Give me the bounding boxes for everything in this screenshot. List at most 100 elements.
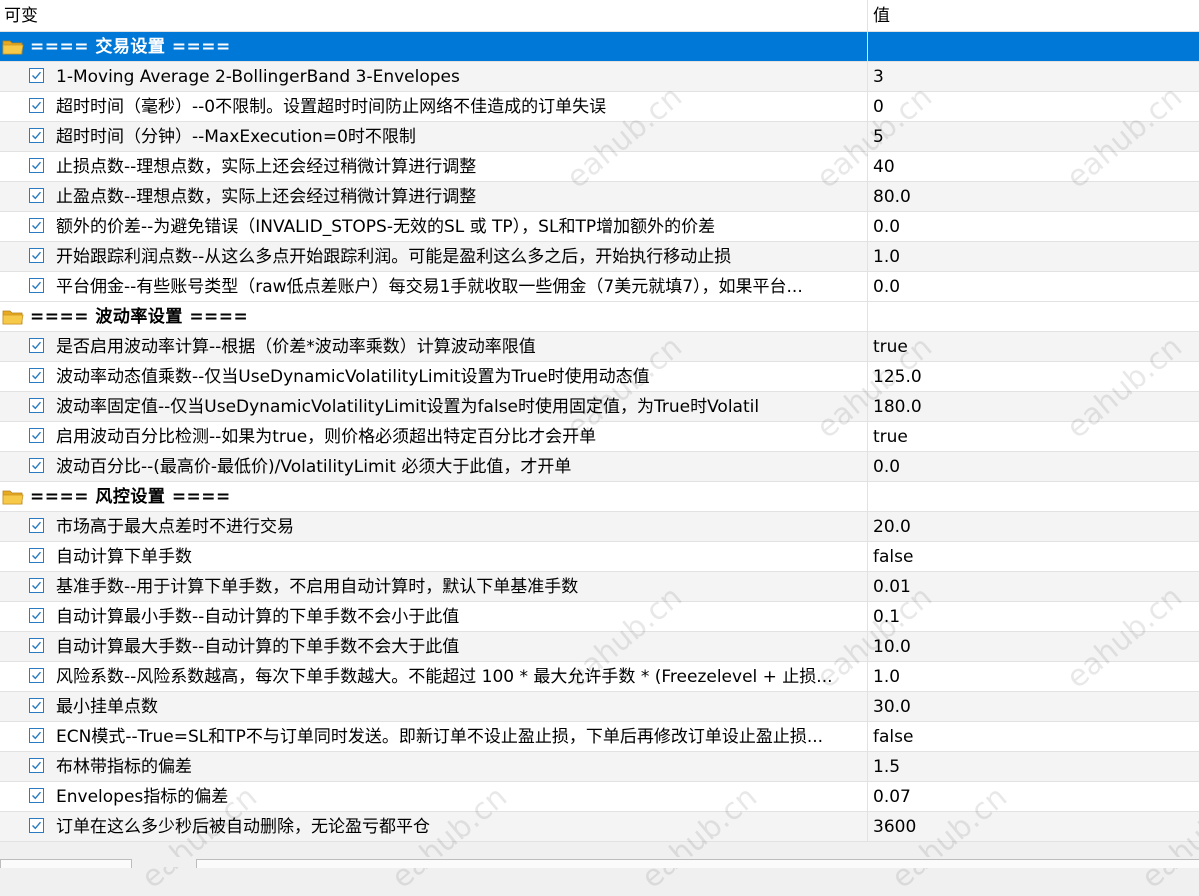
bottom-tab-strip [0, 857, 1199, 868]
param-value[interactable]: 0 [873, 97, 884, 117]
param-value[interactable]: 0.1 [873, 607, 900, 627]
column-header-value[interactable]: 值 [873, 6, 890, 26]
checkbox-checked-icon[interactable] [29, 668, 44, 683]
param-name: ECN模式--True=SL和TP不与订单同时发送。即新订单不设止盈止损，下单后… [56, 727, 824, 747]
param-value[interactable]: 0.0 [873, 217, 900, 237]
param-value[interactable]: 3 [873, 67, 884, 87]
param-value[interactable]: 1.0 [873, 247, 900, 267]
checkbox-checked-icon[interactable] [29, 398, 44, 413]
checkbox-checked-icon[interactable] [29, 698, 44, 713]
checkbox-checked-icon[interactable] [29, 548, 44, 563]
checkbox-checked-icon[interactable] [29, 578, 44, 593]
param-name: 超时时间（毫秒）--0不限制。设置超时时间防止网络不佳造成的订单失误 [56, 97, 607, 117]
param-value[interactable]: 0.0 [873, 457, 900, 477]
param-name: 平台佣金--有些账号类型（raw低点差账户）每交易1手就收取一些佣金（7美元就填… [56, 277, 803, 297]
checkbox-checked-icon[interactable] [29, 158, 44, 173]
param-row[interactable]: 止损点数--理想点数，实际上还会经过稍微计算进行调整 40 [0, 152, 1199, 182]
param-value[interactable]: 180.0 [873, 397, 922, 417]
param-row[interactable]: 自动计算最大手数--自动计算的下单手数不会大于此值 10.0 [0, 632, 1199, 662]
param-row[interactable]: 自动计算最小手数--自动计算的下单手数不会小于此值 0.1 [0, 602, 1199, 632]
param-row[interactable]: 最小挂单点数 30.0 [0, 692, 1199, 722]
checkbox-checked-icon[interactable] [29, 338, 44, 353]
param-row[interactable]: 开始跟踪利润点数--从这么多点开始跟踪利润。可能是盈利这么多之后，开始执行移动止… [0, 242, 1199, 272]
checkbox-checked-icon[interactable] [29, 218, 44, 233]
group-title: ==== 风控设置 ==== [30, 487, 231, 507]
checkbox-checked-icon[interactable] [29, 68, 44, 83]
param-value[interactable]: 125.0 [873, 367, 922, 387]
param-value[interactable]: 30.0 [873, 697, 911, 717]
checkbox-checked-icon[interactable] [29, 638, 44, 653]
param-row[interactable]: 平台佣金--有些账号类型（raw低点差账户）每交易1手就收取一些佣金（7美元就填… [0, 272, 1199, 302]
param-value[interactable]: 0.0 [873, 277, 900, 297]
checkbox-checked-icon[interactable] [29, 728, 44, 743]
group-title: ==== 波动率设置 ==== [30, 307, 249, 327]
param-row[interactable]: 订单在这么多少秒后被自动删除，无论盈亏都平仓 3600 [0, 812, 1199, 842]
param-row[interactable]: 波动率动态值乘数--仅当UseDynamicVolatilityLimit设置为… [0, 362, 1199, 392]
checkbox-checked-icon[interactable] [29, 98, 44, 113]
param-name: Envelopes指标的偏差 [56, 787, 229, 807]
param-name: 启用波动百分比检测--如果为true，则价格必须超出特定百分比才会开单 [56, 427, 597, 447]
param-value[interactable]: false [873, 547, 913, 567]
param-name: 止损点数--理想点数，实际上还会经过稍微计算进行调整 [56, 157, 477, 177]
param-value[interactable]: 5 [873, 127, 884, 147]
group-row[interactable]: ==== 风控设置 ==== [0, 482, 1199, 512]
group-title: ==== 交易设置 ==== [30, 37, 231, 57]
param-row[interactable]: Envelopes指标的偏差 0.07 [0, 782, 1199, 812]
param-row[interactable]: 波动率固定值--仅当UseDynamicVolatilityLimit设置为fa… [0, 392, 1199, 422]
param-row[interactable]: 额外的价差--为避免错误（INVALID_STOPS-无效的SL 或 TP），S… [0, 212, 1199, 242]
checkbox-checked-icon[interactable] [29, 368, 44, 383]
param-value[interactable]: 3600 [873, 817, 916, 837]
param-row[interactable]: 风险系数--风险系数越高，每次下单手数越大。不能超过 100 * 最大允许手数 … [0, 662, 1199, 692]
checkbox-checked-icon[interactable] [29, 608, 44, 623]
param-row[interactable]: ECN模式--True=SL和TP不与订单同时发送。即新订单不设止盈止损，下单后… [0, 722, 1199, 752]
checkbox-checked-icon[interactable] [29, 128, 44, 143]
checkbox-checked-icon[interactable] [29, 248, 44, 263]
param-value[interactable]: 80.0 [873, 187, 911, 207]
param-row[interactable]: 1-Moving Average 2-BollingerBand 3-Envel… [0, 62, 1199, 92]
param-value[interactable]: 10.0 [873, 637, 911, 657]
param-row[interactable]: 超时时间（毫秒）--0不限制。设置超时时间防止网络不佳造成的订单失误 0 [0, 92, 1199, 122]
param-value[interactable]: false [873, 727, 913, 747]
column-header-variable[interactable]: 可变 [4, 6, 38, 26]
checkbox-checked-icon[interactable] [29, 758, 44, 773]
param-row[interactable]: 波动百分比--(最高价-最低价)/VolatilityLimit 必须大于此值，… [0, 452, 1199, 482]
checkbox-checked-icon[interactable] [29, 278, 44, 293]
folder-icon [2, 308, 24, 326]
param-row[interactable]: 是否启用波动率计算--根据（价差*波动率乘数）计算波动率限值 true [0, 332, 1199, 362]
param-name: 最小挂单点数 [56, 697, 158, 717]
param-row[interactable]: 启用波动百分比检测--如果为true，则价格必须超出特定百分比才会开单 true [0, 422, 1199, 452]
param-value[interactable]: 0.07 [873, 787, 911, 807]
checkbox-checked-icon[interactable] [29, 188, 44, 203]
param-value[interactable]: 20.0 [873, 517, 911, 537]
checkbox-checked-icon[interactable] [29, 458, 44, 473]
param-row[interactable]: 市场高于最大点差时不进行交易 20.0 [0, 512, 1199, 542]
checkbox-checked-icon[interactable] [29, 818, 44, 833]
param-name: 订单在这么多少秒后被自动删除，无论盈亏都平仓 [56, 817, 430, 837]
param-row[interactable]: 基准手数--用于计算下单手数，不启用自动计算时，默认下单基准手数 0.01 [0, 572, 1199, 602]
inputs-grid: 可变 值 ==== 交易设置 ==== 1-Moving Average 2-Bo… [0, 0, 1199, 842]
param-value[interactable]: true [873, 427, 908, 447]
param-row[interactable]: 自动计算下单手数 false [0, 542, 1199, 572]
param-name: 波动百分比--(最高价-最低价)/VolatilityLimit 必须大于此值，… [56, 457, 572, 477]
param-name: 是否启用波动率计算--根据（价差*波动率乘数）计算波动率限值 [56, 337, 536, 357]
param-name: 基准手数--用于计算下单手数，不启用自动计算时，默认下单基准手数 [56, 577, 579, 597]
param-value[interactable]: 1.0 [873, 667, 900, 687]
param-name: 波动率固定值--仅当UseDynamicVolatilityLimit设置为fa… [56, 397, 760, 417]
param-name: 自动计算下单手数 [56, 547, 192, 567]
group-row[interactable]: ==== 交易设置 ==== [0, 32, 1199, 62]
param-value[interactable]: 0.01 [873, 577, 911, 597]
param-row[interactable]: 止盈点数--理想点数，实际上还会经过稍微计算进行调整 80.0 [0, 182, 1199, 212]
param-value[interactable]: true [873, 337, 908, 357]
param-row[interactable]: 超时时间（分钟）--MaxExecution=0时不限制 5 [0, 122, 1199, 152]
param-row[interactable]: 布林带指标的偏差 1.5 [0, 752, 1199, 782]
checkbox-checked-icon[interactable] [29, 518, 44, 533]
checkbox-checked-icon[interactable] [29, 788, 44, 803]
param-name: 市场高于最大点差时不进行交易 [56, 517, 294, 537]
checkbox-checked-icon[interactable] [29, 428, 44, 443]
param-value[interactable]: 1.5 [873, 757, 900, 777]
group-row[interactable]: ==== 波动率设置 ==== [0, 302, 1199, 332]
param-value[interactable]: 40 [873, 157, 895, 177]
param-name: 风险系数--风险系数越高，每次下单手数越大。不能超过 100 * 最大允许手数 … [56, 667, 833, 687]
param-name: 止盈点数--理想点数，实际上还会经过稍微计算进行调整 [56, 187, 477, 207]
folder-icon [2, 38, 24, 56]
